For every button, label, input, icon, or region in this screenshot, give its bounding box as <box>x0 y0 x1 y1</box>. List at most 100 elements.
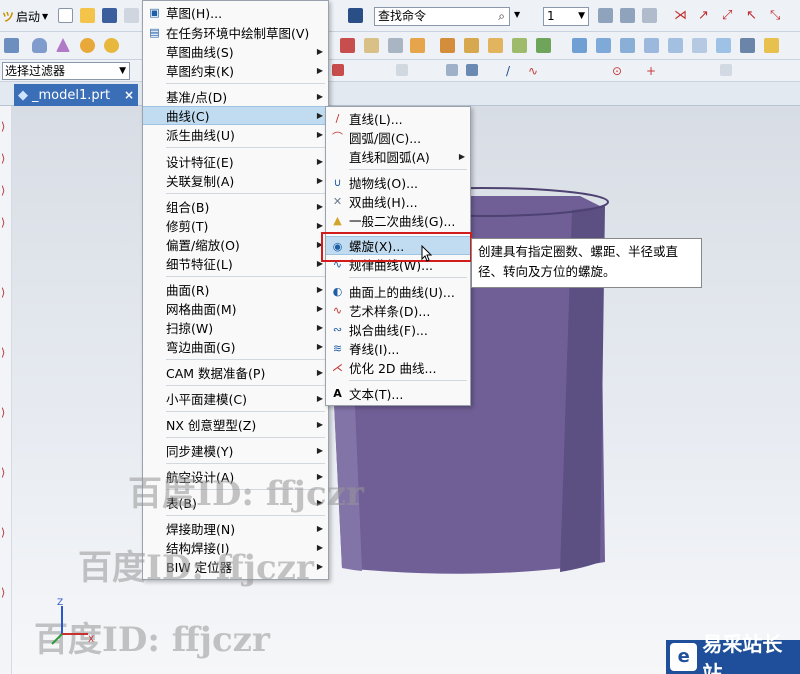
menu-item-sketch-curve[interactable]: 草图曲线(S) ▶ <box>143 42 328 61</box>
resource-item-icon[interactable]: ⟩ <box>1 184 11 198</box>
resource-item-icon[interactable]: ⟩ <box>1 526 11 540</box>
snap-center-icon[interactable]: ↖ <box>746 8 761 23</box>
layer-number-select[interactable]: 1 ▼ <box>543 7 589 26</box>
draft-icon[interactable] <box>512 38 527 53</box>
sew-icon[interactable] <box>572 38 587 53</box>
trim-body-icon[interactable] <box>596 38 611 53</box>
menu-item-nx-realize-shape[interactable]: NX 创意塑型(Z) ▶ <box>143 415 328 434</box>
face-icon[interactable] <box>692 38 707 53</box>
resource-item-icon[interactable]: ⟩ <box>1 586 11 600</box>
menu-item-parabola[interactable]: ∪ 抛物线(O)... <box>326 173 470 192</box>
resource-item-icon[interactable]: ⟩ <box>1 152 11 166</box>
selection-filter-select[interactable]: 选择过滤器 ▼ <box>2 62 130 80</box>
menu-item-studio-spline[interactable]: ∿ 艺术样条(D)... <box>326 301 470 320</box>
snap-mid-icon[interactable]: ⤢ <box>722 8 737 23</box>
studio-spline-icon: ∿ <box>332 304 343 317</box>
view-cube-icon[interactable] <box>466 64 478 76</box>
sheet-icon[interactable] <box>716 38 731 53</box>
cross-tool-icon[interactable]: + <box>646 64 658 78</box>
select-box-icon[interactable] <box>396 64 408 76</box>
resource-item-icon[interactable]: ⟩ <box>1 466 11 480</box>
measure-icon[interactable] <box>720 64 732 76</box>
menu-item-text[interactable]: A 文本(T)... <box>326 384 470 403</box>
toolbar-arrow-icon[interactable] <box>348 8 363 23</box>
menu-item-flange-surface[interactable]: 弯边曲面(G) ▶ <box>143 337 328 356</box>
menu-item-cam-data[interactable]: CAM 数据准备(P) ▶ <box>143 363 328 382</box>
close-icon[interactable]: × <box>124 85 134 106</box>
menu-item-spine[interactable]: ≋ 脊线(I)... <box>326 339 470 358</box>
shaded-view-icon[interactable] <box>446 64 458 76</box>
menu-item-offset-scale[interactable]: 偏置/缩放(O) ▶ <box>143 235 328 254</box>
offset-face-icon[interactable] <box>644 38 659 53</box>
edge-blend-icon[interactable] <box>410 38 425 53</box>
menu-item-optimize-2d-curve[interactable]: ⋌ 优化 2D 曲线... <box>326 358 470 377</box>
menu-item-label: 优化 2D 曲线... <box>349 361 437 376</box>
menu-item-general-conic[interactable]: ▲ 一般二次曲线(G)... <box>326 211 470 230</box>
layer-settings-icon[interactable] <box>620 8 635 23</box>
menu-item-trim[interactable]: 修剪(T) ▶ <box>143 216 328 235</box>
extrude-icon[interactable] <box>104 38 119 53</box>
command-finder-input[interactable]: 查找命令 ⌕ <box>374 7 510 26</box>
spine-icon: ≋ <box>332 342 343 355</box>
menu-item-curve-on-surface[interactable]: ◐ 曲面上的曲线(U)... <box>326 282 470 301</box>
block-icon[interactable] <box>4 38 19 53</box>
mirror-icon[interactable] <box>488 38 503 53</box>
pattern-icon[interactable] <box>464 38 479 53</box>
menu-item-hyperbola[interactable]: ✕ 双曲线(H)... <box>326 192 470 211</box>
datum-icon[interactable] <box>536 38 551 53</box>
menu-item-facet-modeling[interactable]: 小平面建模(C) ▶ <box>143 389 328 408</box>
menu-item-datum-point[interactable]: 基准/点(D) ▶ <box>143 87 328 106</box>
menu-item-design-feature[interactable]: 设计特征(E) ▶ <box>143 152 328 171</box>
start-menu-button[interactable]: ツ 启动 ▼ <box>2 6 48 26</box>
menu-item-surface[interactable]: 曲面(R) ▶ <box>143 280 328 299</box>
open-folder-icon[interactable] <box>80 8 95 23</box>
circle-tool-icon[interactable]: ⊙ <box>612 64 624 78</box>
resource-item-icon[interactable]: ⟩ <box>1 216 11 230</box>
thicken-icon[interactable] <box>668 38 683 53</box>
menu-item-mesh-surface[interactable]: 网格曲面(M) ▶ <box>143 299 328 318</box>
shell-icon[interactable] <box>364 38 379 53</box>
layer-icon[interactable] <box>598 8 613 23</box>
resource-item-icon[interactable]: ⟩ <box>1 406 11 420</box>
resource-item-icon[interactable]: ⟩ <box>1 120 11 134</box>
menu-item-line[interactable]: / 直线(L)... <box>326 109 470 128</box>
sphere-icon[interactable] <box>80 38 95 53</box>
menu-item-fit-curve[interactable]: ∾ 拟合曲线(F)... <box>326 320 470 339</box>
move-layer-icon[interactable] <box>642 8 657 23</box>
cone-icon[interactable] <box>56 38 70 52</box>
snap-grid-icon[interactable]: ⤡ <box>770 8 785 23</box>
chamfer-icon[interactable] <box>440 38 455 53</box>
save-icon[interactable] <box>102 8 117 23</box>
menu-item-sketch-in-task[interactable]: ▤ 在任务环境中绘制草图(V) <box>143 23 328 42</box>
menu-item-associative-copy[interactable]: 关联复制(A) ▶ <box>143 171 328 190</box>
line-tool-icon[interactable]: / <box>506 64 518 78</box>
resource-item-icon[interactable]: ⟩ <box>1 286 11 300</box>
menu-item-weld-assistant[interactable]: 焊接助理(N) ▶ <box>143 519 328 538</box>
hole-icon[interactable] <box>388 38 403 53</box>
cylinder-icon[interactable] <box>32 38 47 53</box>
new-file-icon[interactable] <box>58 8 73 23</box>
resource-item-icon[interactable]: ⟩ <box>1 346 11 360</box>
layer-number-value: 1 <box>547 9 555 23</box>
menu-item-arc-circle[interactable]: ⌒ 圆弧/圆(C)... <box>326 128 470 147</box>
menu-item-sketch-constraint[interactable]: 草图约束(K) ▶ <box>143 61 328 80</box>
menu-item-combine[interactable]: 组合(B) ▶ <box>143 197 328 216</box>
tab-model1[interactable]: ◆ _model1.prt × <box>14 84 138 106</box>
snap-point-icon[interactable]: ⋊ <box>674 8 689 23</box>
menu-item-derived-curve[interactable]: 派生曲线(U) ▶ <box>143 125 328 144</box>
cut-icon[interactable] <box>124 8 139 23</box>
spline-tool-icon[interactable]: ∿ <box>528 64 540 78</box>
split-body-icon[interactable] <box>620 38 635 53</box>
select-mode-icon[interactable] <box>332 64 344 76</box>
menu-item-curve[interactable]: 曲线(C) ▶ <box>143 106 328 125</box>
boolean-icon[interactable] <box>340 38 355 53</box>
body-icon[interactable] <box>740 38 755 53</box>
menu-item-detail-feature[interactable]: 细节特征(L) ▶ <box>143 254 328 273</box>
menu-item-sweep[interactable]: 扫掠(W) ▶ <box>143 318 328 337</box>
dropdown-chevron-icon[interactable]: ▼ <box>514 10 529 25</box>
menu-item-sketch[interactable]: ▣ 草图(H)... <box>143 3 328 22</box>
wave-icon[interactable] <box>764 38 779 53</box>
menu-item-line-and-arc[interactable]: 直线和圆弧(A) ▶ <box>326 147 470 166</box>
menu-item-synchronous-modeling[interactable]: 同步建模(Y) ▶ <box>143 441 328 460</box>
snap-end-icon[interactable]: ↗ <box>698 8 713 23</box>
